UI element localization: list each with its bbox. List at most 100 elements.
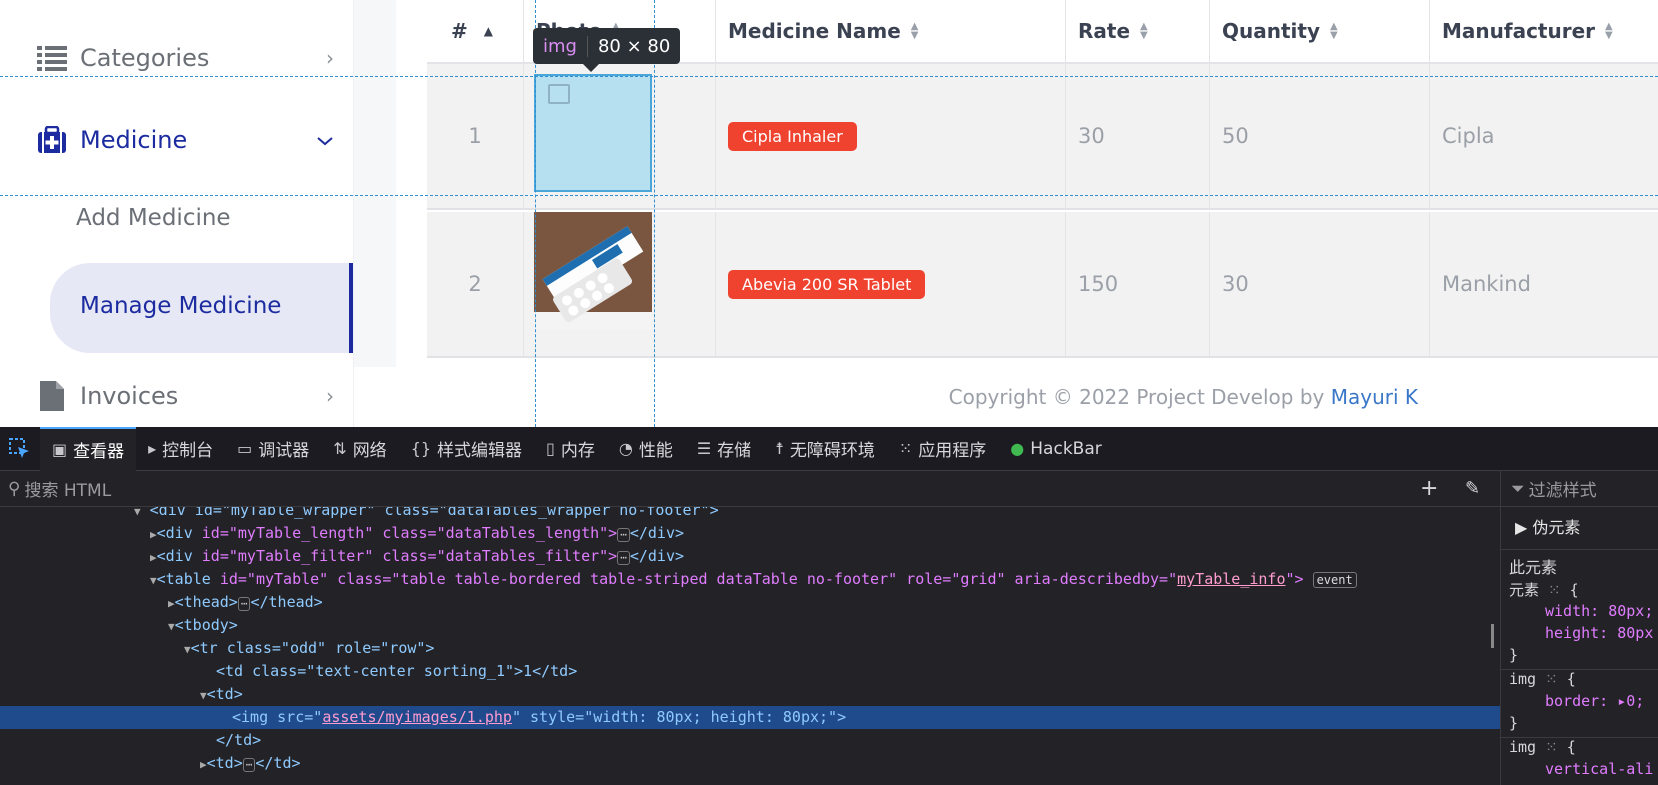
tab-label: 查看器 [73, 442, 125, 462]
tab-accessibility[interactable]: ☨ 无障碍环境 [763, 427, 887, 471]
devtools-panel: ▣ 查看器 ▸ 控制台 ▭ 调试器 ⇅ 网络 {} 样式编辑器 ▯ 内存 ◔ 性能 ☰ 存储 ☨… [0, 426, 1658, 785]
collapse-triangle-icon: ▶ [150, 528, 157, 541]
sort-icon: ▲▼ [910, 21, 919, 41]
rules-panel: ⏷ 过滤样式 ▶ 伪元素 此元素 元素 ⁙ { width: 80px; heig… [1500, 471, 1658, 785]
tab-label: 性能 [638, 441, 673, 461]
tab-debugger[interactable]: ▭ 调试器 [225, 427, 321, 471]
column-header-quantity[interactable]: Quantity ▲ ▼ [1209, 0, 1429, 62]
filter-styles-input[interactable]: ⏷ 过滤样式 [1501, 471, 1658, 507]
header-label: Medicine Name [728, 19, 901, 43]
cell-number: 1 [468, 124, 482, 148]
cell-number: 2 [468, 272, 482, 296]
column-header-number[interactable]: # ▲ [427, 0, 523, 62]
tab-storage[interactable]: ☰ 存储 [685, 427, 763, 471]
sidebar-item-label: Categories [80, 44, 210, 72]
highlight-guide-left [535, 0, 536, 427]
tree-link[interactable]: assets/myimages/1.php [322, 708, 512, 726]
storage-icon: ☰ [696, 439, 712, 458]
tab-label: 存储 [717, 441, 752, 461]
tree-line[interactable]: ▼ <div id="myTable_wrapper" class="dataT… [0, 507, 1500, 522]
column-header-manufacturer[interactable]: Manufacturer ▲ ▼ [1429, 0, 1658, 62]
table-row: 1 Cipla Inhaler 30 50 Cipla [427, 64, 1658, 210]
tree-line[interactable]: </td> [0, 729, 1500, 752]
rule-close: } [1509, 714, 1519, 732]
column-header-rate[interactable]: Rate ▲ ▼ [1065, 0, 1209, 62]
console-icon: ▸ [148, 439, 157, 458]
collapsed-badge[interactable]: ⋯ [237, 597, 251, 611]
tree-line[interactable]: ▼<table id="myTable" class="table table-… [0, 568, 1500, 591]
tree-text: <div [156, 547, 202, 565]
chevron-right-icon: › [326, 384, 334, 408]
collapsed-badge[interactable]: ⋯ [617, 528, 630, 542]
html-search-bar[interactable]: ⚲ 搜索 HTML + ✎ [0, 471, 1500, 507]
sort-icon: ▲▼ [1330, 21, 1338, 41]
tree-line[interactable]: ▶<td> ⋯ </td> [0, 752, 1500, 775]
expand-triangle-icon: ▼ [200, 689, 207, 702]
cell-manufacturer: Cipla [1429, 64, 1658, 208]
author-link[interactable]: Mayuri K [1331, 385, 1418, 409]
rule-selector-text: img [1509, 738, 1537, 756]
collapsed-badge[interactable]: ⋯ [617, 551, 630, 565]
sort-asc-icon: ▲ [483, 23, 493, 38]
tree-line[interactable]: ▼<td> [0, 683, 1500, 706]
rule-declaration[interactable]: height: 80px [1501, 624, 1658, 642]
collapsed-badge[interactable]: ⋯ [242, 758, 256, 772]
sidebar-subitem-add-medicine[interactable]: Add Medicine [76, 205, 231, 231]
tree-line[interactable]: ▶<div id="myTable_filter" class="dataTab… [0, 545, 1500, 568]
tab-inspector[interactable]: ▣ 查看器 [40, 426, 137, 471]
tree-text: <div [156, 524, 202, 542]
tab-style-editor[interactable]: {} 样式编辑器 [399, 427, 534, 471]
sidebar: Categories › Medicine Add Medicine Manag… [0, 0, 354, 427]
tree-text: " style="width: 80px; height: 80px;"> [511, 708, 847, 726]
tree-line[interactable]: ▶<thead> ⋯ </thead> [0, 591, 1500, 614]
tree-line[interactable]: ▼<tr class="odd" role="row"> [0, 637, 1500, 660]
tooltip-size: 80 × 80 [597, 35, 671, 57]
header-label: Rate [1078, 19, 1131, 43]
medicine-photo-highlighted[interactable] [534, 74, 652, 192]
search-input[interactable]: 搜索 HTML [24, 476, 111, 501]
tree-line[interactable]: ▶<div id="myTable_length" class="dataTab… [0, 522, 1500, 545]
rule-declaration[interactable]: vertical-ali [1501, 760, 1658, 778]
sidebar-subitem-manage-medicine[interactable]: Manage Medicine [50, 263, 353, 353]
tab-network[interactable]: ⇅ 网络 [321, 427, 398, 471]
tree-text: <tr class="odd" role="row"> [190, 639, 435, 657]
tooltip-tag: img [543, 35, 588, 57]
content-gutter [354, 0, 396, 367]
sidebar-item-invoices[interactable]: Invoices › [0, 374, 354, 418]
rule-declaration[interactable]: border: ▸0; [1501, 692, 1658, 710]
tree-line[interactable]: ▼<tbody> [0, 614, 1500, 637]
tab-memory[interactable]: ▯ 内存 [534, 427, 607, 471]
tree-text: id="myTable_filter" class="dataTables_fi… [201, 547, 618, 565]
pseudo-elements-toggle[interactable]: ▶ 伪元素 [1501, 514, 1658, 538]
tree-text: </td> [255, 754, 301, 772]
element-picker-icon[interactable] [0, 427, 40, 471]
rule-selector: img ⁙ { [1501, 737, 1658, 756]
tree-line-selected[interactable]: <img src="assets/myimages/1.php" style="… [0, 706, 1500, 729]
tree-text: <td> [206, 685, 243, 703]
eyedropper-icon[interactable]: ✎ [1465, 478, 1480, 499]
medicine-photo[interactable] [534, 212, 652, 330]
rule-declaration[interactable]: width: 80px; [1501, 602, 1658, 620]
broken-image-icon [548, 84, 570, 104]
tab-label: 调试器 [258, 441, 310, 461]
tab-console[interactable]: ▸ 控制台 [136, 427, 225, 471]
sidebar-item-medicine[interactable]: Medicine [0, 118, 354, 162]
list-icon [36, 42, 68, 74]
event-badge[interactable]: event [1312, 572, 1357, 588]
tree-link[interactable]: myTable_info [1177, 570, 1285, 588]
medicine-name-badge: Cipla Inhaler [728, 121, 857, 151]
tab-label: 控制台 [162, 441, 214, 461]
tab-label: 无障碍环境 [789, 441, 875, 461]
column-header-name[interactable]: Medicine Name ▲ ▼ [715, 0, 1065, 62]
sidebar-item-categories[interactable]: Categories › [0, 36, 354, 80]
tab-application[interactable]: ⁙ 应用程序 [887, 427, 998, 471]
braces-icon: {} [410, 439, 432, 458]
tree-text: </div> [629, 547, 685, 565]
add-node-icon[interactable]: + [1420, 476, 1438, 501]
tab-performance[interactable]: ◔ 性能 [607, 427, 685, 471]
tree-line[interactable]: <td class="text-center sorting_1">1</td> [0, 660, 1500, 683]
tab-hackbar[interactable]: ● HackBar [998, 427, 1113, 471]
tree-scrollbar[interactable] [1491, 624, 1494, 648]
file-icon [36, 380, 68, 412]
tree-text: <img src=" [232, 708, 323, 726]
